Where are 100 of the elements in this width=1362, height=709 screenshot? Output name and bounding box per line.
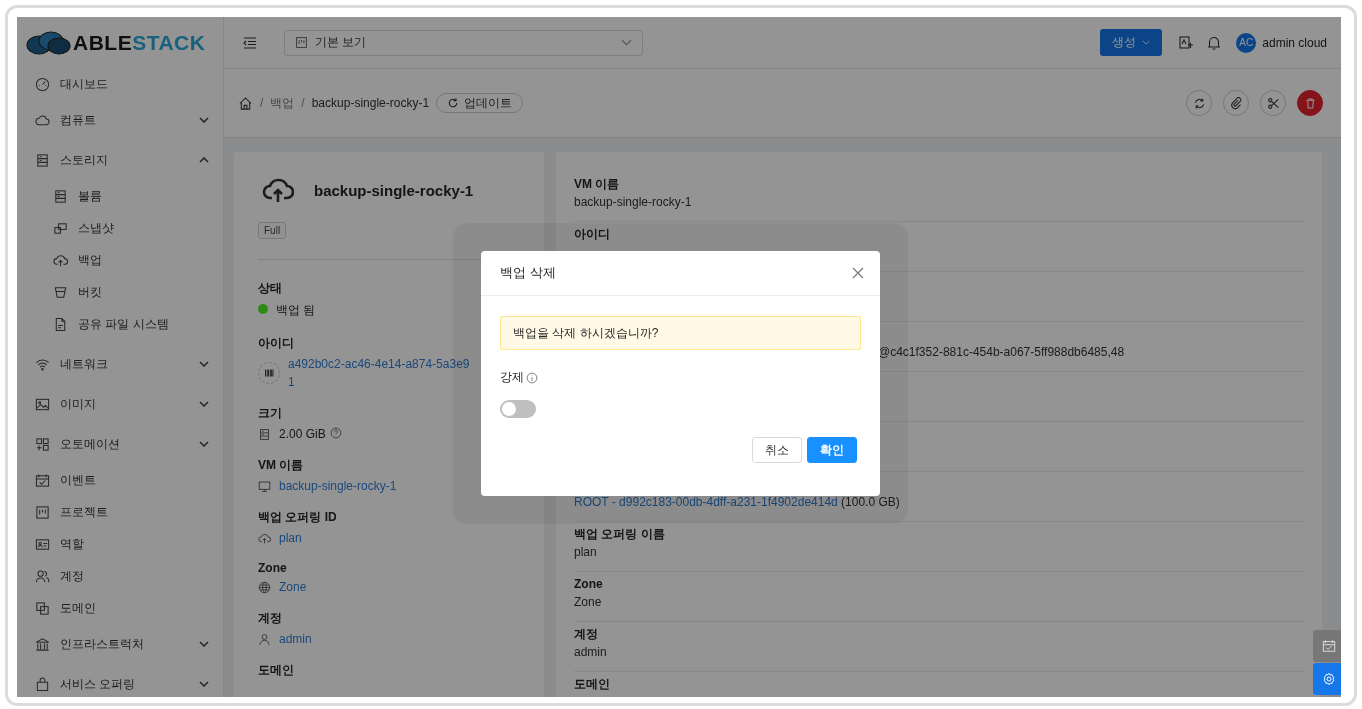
chevron-up-icon — [199, 157, 209, 163]
field-link[interactable]: admin — [279, 632, 312, 646]
field-link[interactable]: Zone — [279, 580, 307, 594]
row-label: 도메인 — [574, 677, 610, 691]
view-select[interactable]: 기본 보기 — [284, 29, 643, 56]
globe-icon — [258, 581, 271, 594]
settings-button[interactable] — [1313, 663, 1341, 695]
refresh-icon — [447, 97, 460, 109]
sidebar-item[interactable]: 도메인 — [17, 592, 223, 624]
sidebar-item[interactable]: 프로젝트 — [17, 496, 223, 528]
row-label: 계정 — [574, 627, 598, 641]
home-icon[interactable] — [238, 95, 253, 111]
sidebar-item[interactable]: 계정 — [17, 560, 223, 592]
users-icon — [35, 568, 50, 584]
monitor-icon — [258, 480, 271, 493]
backup-name: backup-single-rocky-1 — [314, 181, 474, 199]
sidebar-item[interactable]: 스냅샷 — [17, 212, 223, 244]
sidebar-item[interactable]: 서비스 오퍼링 — [17, 664, 223, 697]
sidebar-item[interactable]: 이미지 — [17, 384, 223, 424]
sidebar-item[interactable]: 스토리지 — [17, 140, 223, 180]
attach-button[interactable] — [1223, 90, 1249, 116]
refresh-icon — [1192, 96, 1206, 110]
warning-message: 백업을 삭제 하시겠습니까? — [500, 316, 861, 350]
row-value: admin — [574, 645, 607, 659]
force-switch[interactable] — [500, 400, 536, 418]
field-label: Zone — [258, 561, 288, 575]
breadcrumb-item: backup-single-rocky-1 — [311, 96, 430, 110]
bell-icon[interactable] — [1206, 34, 1223, 51]
row-value: plan — [574, 545, 597, 559]
board-icon — [35, 504, 50, 520]
calendar-button[interactable] — [1313, 630, 1341, 662]
sidebar-item[interactable]: 컴퓨트 — [17, 100, 223, 140]
board-icon — [295, 36, 308, 49]
blocks-icon — [53, 220, 68, 236]
chevron-down-icon — [199, 441, 209, 447]
logo-text: ABLESTACK — [73, 30, 206, 55]
row-value: Zone — [574, 595, 602, 609]
size-value: 2.00 GiB — [279, 427, 326, 441]
close-icon[interactable] — [852, 267, 864, 279]
row-label: 아이디 — [574, 227, 610, 241]
storage-icon — [35, 152, 50, 168]
sidebar-item[interactable]: 역할 — [17, 528, 223, 560]
field-label: 백업 오퍼링 ID — [258, 509, 338, 526]
user-name[interactable]: admin cloud — [1262, 35, 1327, 50]
wifi-icon — [35, 356, 50, 372]
menu-fold-icon[interactable] — [242, 34, 258, 51]
sidebar-item[interactable]: 대시보드 — [17, 68, 223, 100]
dialog-title: 백업 삭제 — [500, 264, 557, 282]
cancel-button[interactable]: 취소 — [752, 437, 802, 463]
sidebar-item[interactable]: 인프라스트럭처 — [17, 624, 223, 664]
sidebar-item[interactable]: 네트워크 — [17, 344, 223, 384]
cloud-logo-icon — [25, 30, 71, 55]
sidebar-item[interactable]: 공유 파일 시스템 — [17, 308, 223, 340]
create-button[interactable]: 생성 — [1100, 29, 1163, 56]
sidebar-item[interactable]: 버킷 — [17, 276, 223, 308]
help-icon — [329, 427, 342, 439]
confirm-button[interactable]: 확인 — [807, 437, 857, 463]
status-text: 백업 됨 — [276, 302, 316, 319]
settings-icon — [1322, 672, 1336, 686]
chevron-down-icon — [199, 361, 209, 367]
field-label: 계정 — [258, 610, 283, 627]
sidebar-item[interactable]: 백업 — [17, 244, 223, 276]
field-link[interactable]: a492b0c2-ac46-4e14-a874-5a3e9 — [288, 357, 470, 371]
row-label: 백업 오퍼링 이름 — [574, 527, 665, 541]
trash-icon — [1303, 96, 1317, 110]
user-avatar[interactable]: AC — [1236, 32, 1257, 53]
sidebar-item[interactable]: 볼륨 — [17, 180, 223, 212]
field-link[interactable]: 1 — [288, 375, 470, 389]
id-card-icon — [35, 536, 50, 552]
breadcrumb-separator: / — [260, 96, 264, 110]
update-button[interactable]: 업데이트 — [436, 93, 524, 113]
cloud-upload-icon — [53, 252, 68, 268]
force-label: 강제 — [500, 369, 524, 386]
chevron-down-icon — [199, 641, 209, 647]
field-link[interactable]: backup-single-rocky-1 — [279, 479, 397, 493]
volume-link[interactable]: ROOT - d992c183-00db-4dff-a231-1f4902de414d — [574, 495, 838, 509]
cloud-icon — [35, 112, 50, 128]
delete-button[interactable] — [1297, 90, 1323, 116]
paperclip-icon — [1229, 96, 1243, 110]
picture-icon[interactable] — [1178, 34, 1195, 51]
picture-icon — [35, 396, 50, 412]
sidebar-item[interactable]: 이벤트 — [17, 464, 223, 496]
field-link[interactable]: plan — [279, 531, 302, 545]
cut-button[interactable] — [1260, 90, 1286, 116]
row-value: ROOT - d992c183-00db-4dff-a231-1f4902de414d (100.0 GB) — [574, 495, 900, 509]
file-icon — [53, 316, 68, 332]
calendar-icon — [35, 472, 50, 488]
refresh-button[interactable] — [1186, 90, 1212, 116]
cloud-upload-icon — [258, 532, 271, 545]
row-value: @c4c1f352-881c-454b-a067-5ff988db6485,48 — [878, 345, 1125, 359]
funnel-icon — [53, 284, 68, 300]
field-label: 아이디 — [258, 335, 295, 352]
bank-icon — [35, 636, 50, 652]
user-icon — [258, 633, 271, 646]
field-label: 도메인 — [258, 662, 295, 679]
sidebar-item[interactable]: 오토메이션 — [17, 424, 223, 464]
breadcrumb-item[interactable]: 백업 — [270, 94, 295, 112]
gauge-icon — [35, 76, 50, 92]
scissors-icon — [1266, 96, 1280, 110]
info-icon — [526, 371, 538, 384]
